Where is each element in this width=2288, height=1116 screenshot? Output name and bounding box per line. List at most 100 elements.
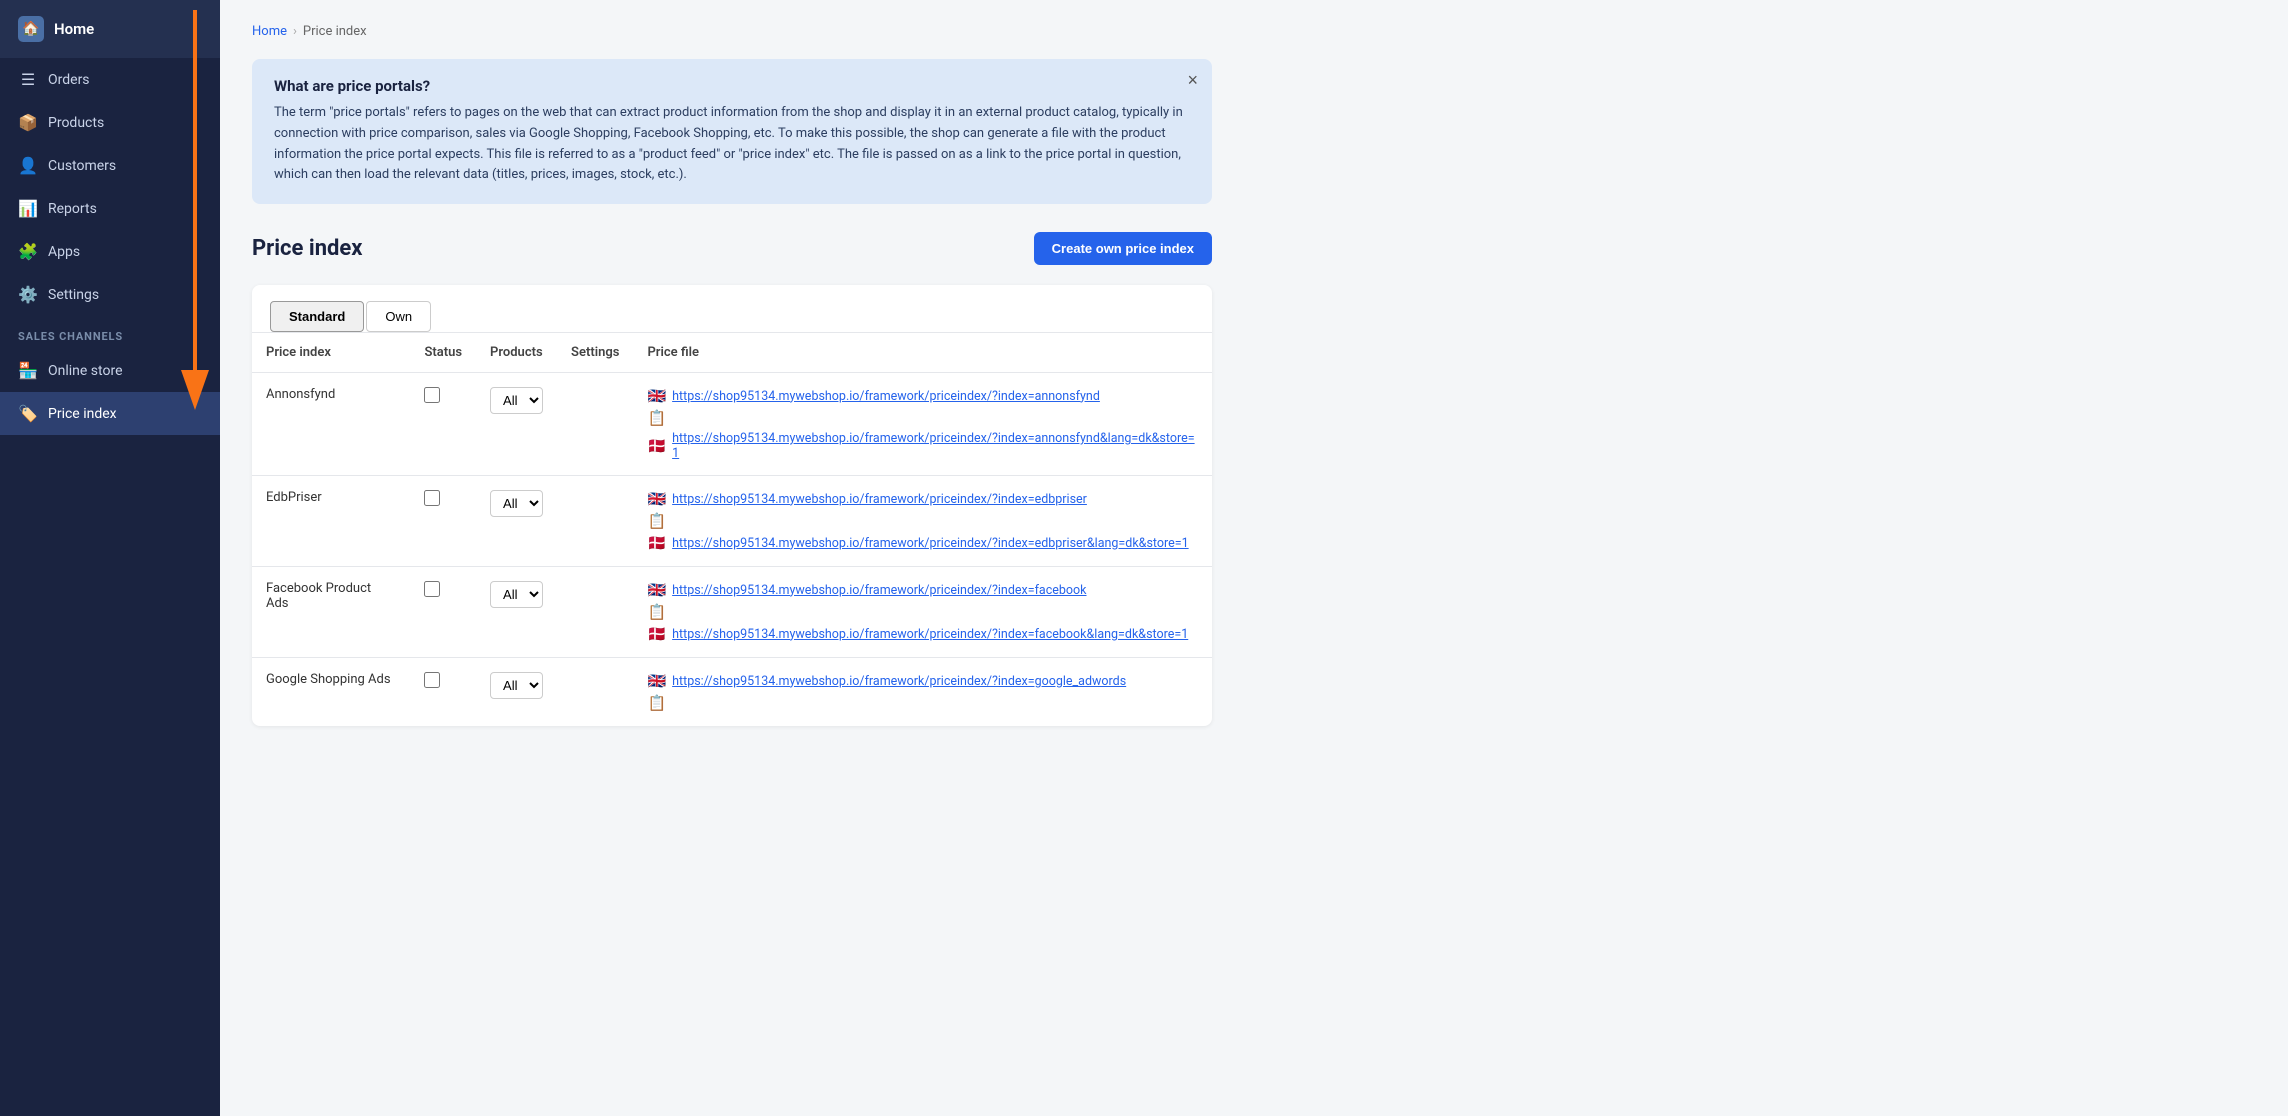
row-3-name: Google Shopping Ads	[252, 658, 410, 727]
row-1-settings	[557, 476, 633, 567]
tab-own[interactable]: Own	[366, 301, 431, 332]
sidebar: 🏠 Home ☰Orders📦Products 👤 Customers 📊 Report…	[0, 0, 220, 1116]
flag-1-0: 🇬🇧	[647, 490, 666, 508]
row-2-status-checkbox[interactable]	[424, 581, 440, 597]
row-1-name: EdbPriser	[252, 476, 410, 567]
table-row: Annonsfynd All 🇬🇧 https://shop95134.mywebsh…	[252, 373, 1212, 476]
row-0-products-select[interactable]: All	[490, 387, 543, 414]
sidebar-nav: ☰Orders📦Products 👤 Customers 📊 Reports 🧩 Apps ⚙…	[0, 58, 220, 316]
price-file-url-1-0[interactable]: https://shop95134.mywebshop.io/framework…	[672, 492, 1087, 507]
price-index-icon: 🏷️	[18, 404, 38, 423]
price-file-url-1-2[interactable]: https://shop95134.mywebshop.io/framework…	[672, 536, 1189, 551]
row-2-products: All	[476, 567, 557, 658]
row-1-price-file-link-2: 🇩🇰 https://shop95134.mywebshop.io/framewo…	[647, 534, 1198, 552]
row-3-products-select[interactable]: All	[490, 672, 543, 699]
flag-1-2: 🇩🇰	[647, 534, 666, 552]
row-3-price-file-link-0: 🇬🇧 https://shop95134.mywebshop.io/framewo…	[647, 672, 1198, 690]
products-icon: 📦	[18, 113, 38, 132]
col-products: Products	[476, 333, 557, 373]
create-price-index-button[interactable]: Create own price index	[1034, 232, 1212, 265]
flag-3-0: 🇬🇧	[647, 672, 666, 690]
sidebar-item-label-reports: Reports	[48, 201, 97, 217]
table-header: Price index Status Products Settings Pri…	[252, 333, 1212, 373]
row-1-status-checkbox[interactable]	[424, 490, 440, 506]
breadcrumb-current: Price index	[303, 24, 367, 39]
row-2-settings	[557, 567, 633, 658]
table-row: Facebook Product AdsAll🇬🇧https://shop951…	[252, 567, 1212, 658]
price-file-url-0-0[interactable]: https://shop95134.mywebshop.io/framework…	[672, 389, 1100, 404]
row-0-settings	[557, 373, 633, 476]
breadcrumb-home[interactable]: Home	[252, 24, 287, 39]
flag-0-0: 🇬🇧	[647, 387, 666, 405]
copy-icon-2-1[interactable]: 📋	[647, 603, 666, 621]
row-0-products: All	[476, 373, 557, 476]
sidebar-item-price-index[interactable]: 🏷️Price index	[0, 392, 220, 435]
row-3-status-checkbox[interactable]	[424, 672, 440, 688]
table-header-row: Price index Status Products Settings Pri…	[252, 333, 1212, 373]
home-icon: 🏠	[18, 16, 44, 42]
sidebar-item-online-store[interactable]: 🏪Online store	[0, 349, 220, 392]
sidebar-item-label-orders: Orders	[48, 72, 90, 88]
price-index-table: Price index Status Products Settings Pri…	[252, 333, 1212, 726]
sidebar-item-apps[interactable]: 🧩 Apps	[0, 230, 220, 273]
page-header: Price index Create own price index	[252, 232, 1212, 265]
sidebar-item-label-apps: Apps	[48, 244, 80, 260]
row-0-status	[410, 373, 476, 476]
col-price-index: Price index	[252, 333, 410, 373]
col-price-file: Price file	[633, 333, 1212, 373]
apps-icon: 🧩	[18, 242, 38, 261]
sidebar-item-products[interactable]: 📦Products	[0, 101, 220, 144]
price-file-url-0-2[interactable]: https://shop95134.mywebshop.io/framework…	[672, 431, 1198, 461]
row-1-price-file-link-0: 🇬🇧 https://shop95134.mywebshop.io/framewo…	[647, 490, 1198, 508]
row-2-products-select[interactable]: All	[490, 581, 543, 608]
table-body: Annonsfynd All 🇬🇧 https://shop95134.mywebsh…	[252, 373, 1212, 727]
sidebar-item-orders[interactable]: ☰Orders	[0, 58, 220, 101]
flag-2-2: 🇩🇰	[647, 625, 666, 643]
sidebar-item-customers[interactable]: 👤 Customers	[0, 144, 220, 187]
table-container: Price index Status Products Settings Pri…	[252, 333, 1212, 726]
col-status: Status	[410, 333, 476, 373]
row-0-price-file: 🇬🇧 https://shop95134.mywebshop.io/framewo…	[633, 373, 1212, 476]
copy-icon-3-1[interactable]: 📋	[647, 694, 666, 712]
row-2-status	[410, 567, 476, 658]
info-box: What are price portals? The term "price …	[252, 59, 1212, 204]
row-0-status-checkbox[interactable]	[424, 387, 440, 403]
sidebar-home-label: Home	[54, 20, 94, 38]
row-1-price-file: 🇬🇧 https://shop95134.mywebshop.io/framewo…	[633, 476, 1212, 567]
row-1-products: All	[476, 476, 557, 567]
sidebar-item-label-settings: Settings	[48, 287, 99, 303]
row-2-name: Facebook Product Ads	[252, 567, 410, 658]
breadcrumb: Home › Price index	[252, 24, 2256, 39]
row-3-settings	[557, 658, 633, 727]
reports-icon: 📊	[18, 199, 38, 218]
row-0-name: Annonsfynd	[252, 373, 410, 476]
table-row: Google Shopping Ads All 🇬🇧 https://shop9513…	[252, 658, 1212, 727]
main-content: Home › Price index What are price portal…	[220, 0, 2288, 1116]
price-file-url-2-2[interactable]: https://shop95134.mywebshop.io/framework…	[672, 627, 1188, 642]
copy-icon-0-1[interactable]: 📋	[647, 409, 666, 427]
row-3-price-file: 🇬🇧 https://shop95134.mywebshop.io/framewo…	[633, 658, 1212, 727]
row-0-price-file-link-2: 🇩🇰 https://shop95134.mywebshop.io/framewo…	[647, 431, 1198, 461]
sidebar-home[interactable]: 🏠 Home	[0, 0, 220, 58]
sales-channels-label: SALES CHANNELS	[0, 316, 220, 349]
breadcrumb-separator: ›	[293, 24, 297, 39]
online-store-icon: 🏪	[18, 361, 38, 380]
copy-icon-1-1[interactable]: 📋	[647, 512, 666, 530]
row-1-products-select[interactable]: All	[490, 490, 543, 517]
price-index-table-card: Standard Own Price index Status Products…	[252, 285, 1212, 726]
table-row: EdbPriser All 🇬🇧 https://shop95134.mywebsho…	[252, 476, 1212, 567]
sidebar-sales-channels: 🏪Online store🏷️Price index	[0, 349, 220, 435]
customers-icon: 👤	[18, 156, 38, 175]
sidebar-item-settings[interactable]: ⚙️Settings	[0, 273, 220, 316]
price-file-url-3-0[interactable]: https://shop95134.mywebshop.io/framework…	[672, 674, 1126, 689]
flag-0-2: 🇩🇰	[647, 437, 666, 455]
row-2-price-file-copy-1: 📋	[647, 603, 1198, 621]
sidebar-item-label-customers: Customers	[48, 158, 116, 174]
sidebar-item-reports[interactable]: 📊 Reports	[0, 187, 220, 230]
price-file-url-2-0[interactable]: https://shop95134.mywebshop.io/framework…	[672, 583, 1086, 598]
row-1-price-file-copy-1: 📋	[647, 512, 1198, 530]
row-0-price-file-link-0: 🇬🇧 https://shop95134.mywebshop.io/framewo…	[647, 387, 1198, 405]
info-box-close-button[interactable]: ×	[1187, 71, 1198, 89]
row-2-price-file-link-2: 🇩🇰 https://shop95134.mywebshop.io/framewo…	[647, 625, 1198, 643]
tab-standard[interactable]: Standard	[270, 301, 364, 332]
